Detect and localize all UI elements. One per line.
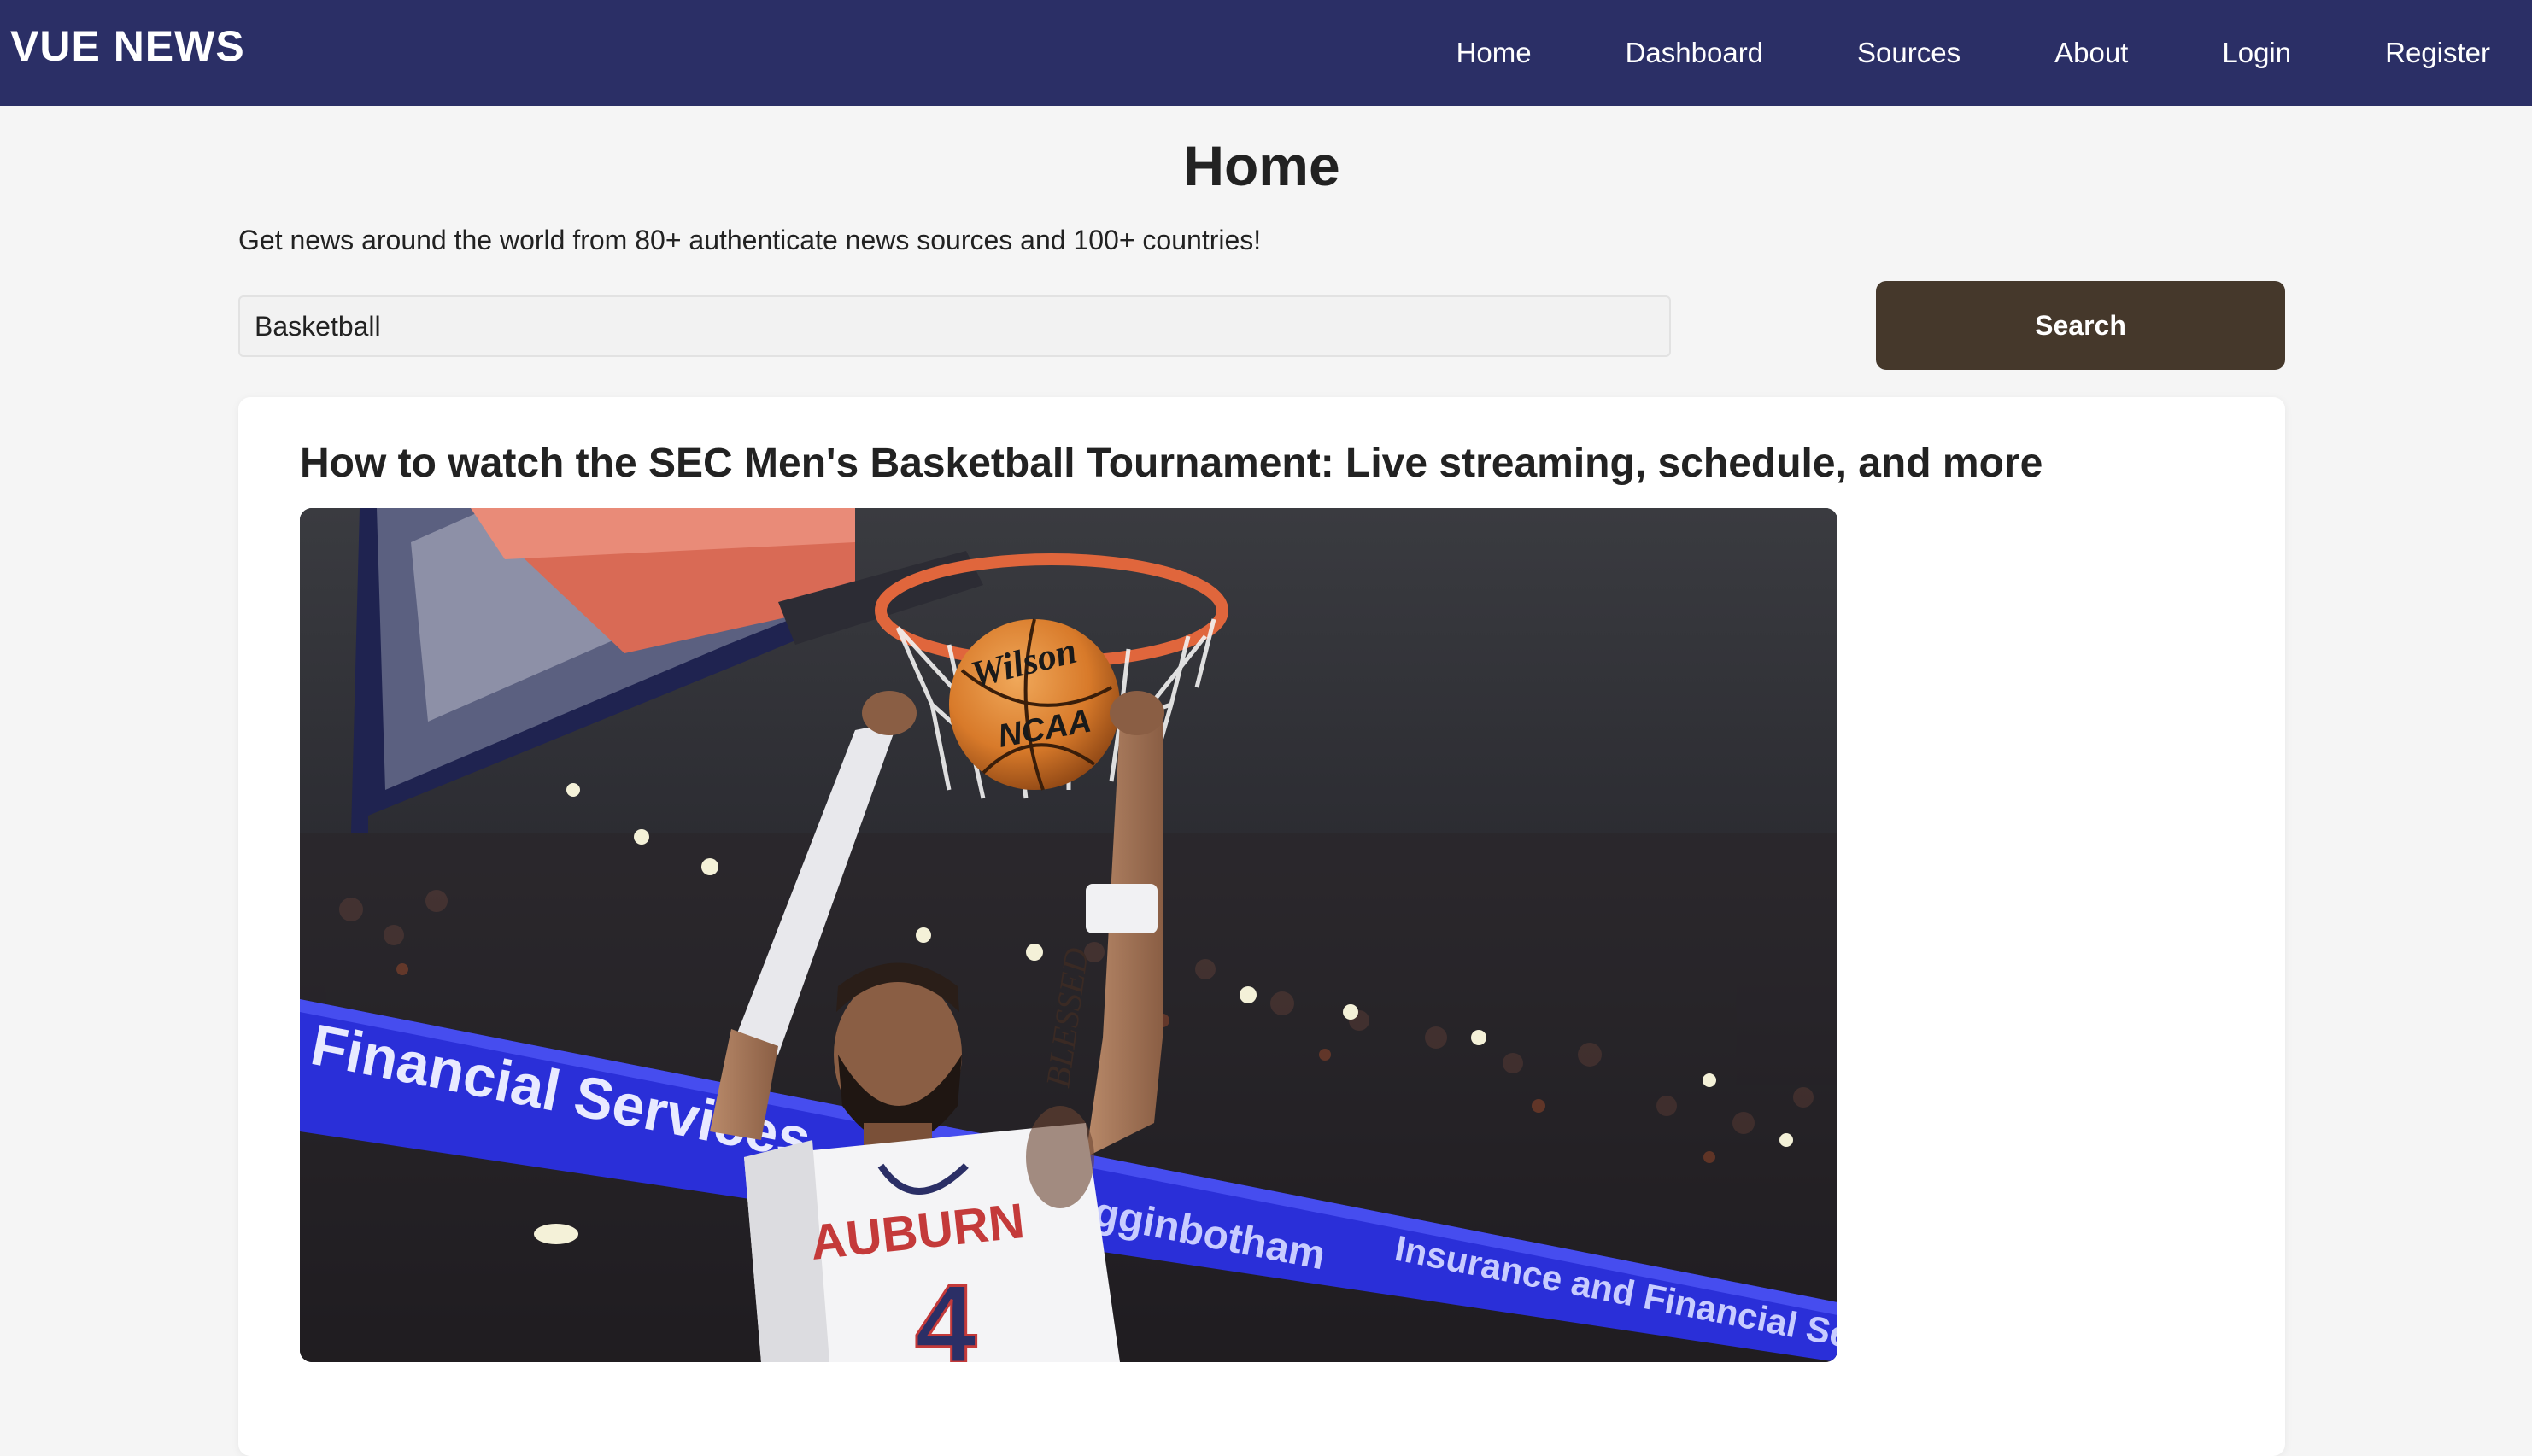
search-input[interactable] <box>238 295 1671 357</box>
jersey-number-text: 4 <box>915 1261 976 1362</box>
search-button[interactable]: Search <box>1876 281 2285 370</box>
nav-link-about[interactable]: About <box>2007 27 2175 79</box>
nav-link-home[interactable]: Home <box>1410 27 1579 79</box>
nav-link-sources[interactable]: Sources <box>1810 27 2007 79</box>
basketball-dunk-photo: Financial Services Higginbotham Insuranc… <box>300 508 1837 1362</box>
page-subtitle: Get news around the world from 80+ authe… <box>238 225 1262 255</box>
nav-link-login[interactable]: Login <box>2175 27 2338 79</box>
article-image[interactable]: Financial Services Higginbotham Insuranc… <box>300 508 1837 1362</box>
page-title: Home <box>1183 134 1340 197</box>
nav-link-dashboard[interactable]: Dashboard <box>1579 27 1810 79</box>
brand-logo[interactable]: VUE NEWS <box>10 20 245 72</box>
top-navbar: VUE NEWS Home Dashboard Sources About Lo… <box>0 0 2532 106</box>
nav-link-register[interactable]: Register <box>2338 27 2532 79</box>
article-card: How to watch the SEC Men's Basketball To… <box>238 397 2285 1456</box>
nav-links: Home Dashboard Sources About Login Regis… <box>1410 0 2532 106</box>
article-title[interactable]: How to watch the SEC Men's Basketball To… <box>300 438 2043 489</box>
